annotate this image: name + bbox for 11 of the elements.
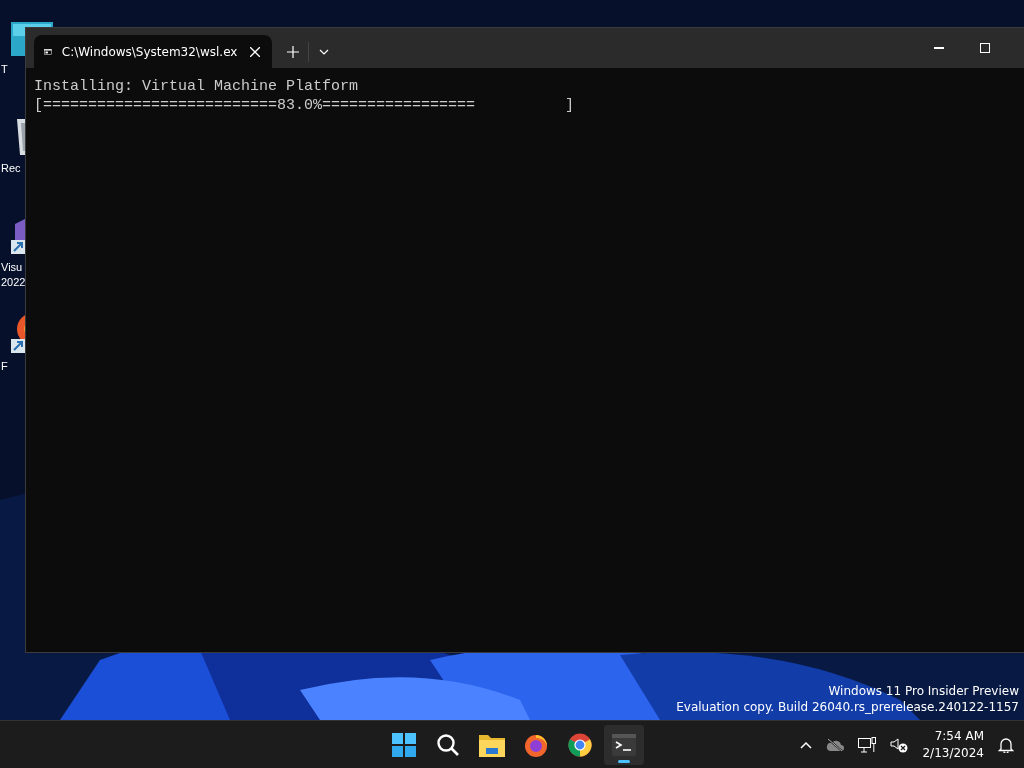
watermark-text: Evaluation copy. Build 26040.rs_prerelease.240122-1157 — [676, 699, 1019, 715]
icon-label: T — [1, 62, 9, 77]
terminal-tab[interactable]: C:\Windows\System32\wsl.ex — [34, 35, 272, 68]
icon-label: Visu 2022 — [1, 260, 24, 290]
console-line: Installing: Virtual Machine Platform — [34, 77, 360, 96]
console-line: [==========================83.0%================= ] — [34, 96, 576, 115]
icon-label: Rec — [1, 161, 22, 176]
icon-label: F — [1, 359, 9, 374]
clock-date[interactable]: 2/13/2024 — [922, 744, 984, 762]
watermark-text: Windows 11 Pro Insider Preview — [828, 683, 1019, 699]
clock-time[interactable]: 7:54 AM — [934, 727, 984, 745]
